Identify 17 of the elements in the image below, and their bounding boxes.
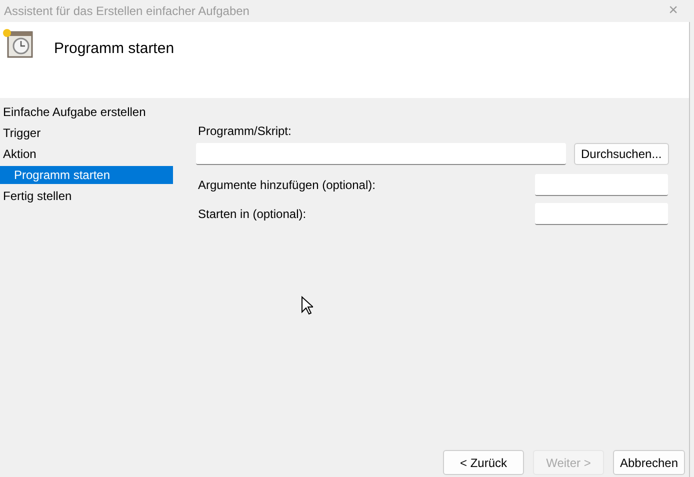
text-field[interactable] [535, 203, 668, 225]
step-item[interactable]: Fertig stellen [0, 187, 173, 205]
wizard-button[interactable]: < Zurück [443, 450, 524, 475]
wizard-button[interactable]: Abbrechen [613, 450, 685, 475]
browse-button[interactable]: Durchsuchen... [574, 143, 669, 165]
step-item[interactable]: Einfache Aufgabe erstellen [0, 103, 173, 121]
page-title: Programm starten [54, 39, 174, 59]
step-item[interactable]: Aktion [0, 145, 173, 163]
step-item[interactable]: Programm starten [0, 166, 173, 184]
mouse-cursor-icon [301, 296, 313, 315]
field-label: Programm/Skript: [198, 123, 292, 138]
text-field[interactable] [535, 174, 668, 196]
window-title: Assistent für das Erstellen einfacher Aufgaben [4, 3, 250, 20]
field-label: Argumente hinzufügen (optional): [198, 177, 376, 194]
step-item[interactable]: Trigger [0, 124, 173, 142]
field-label: Starten in (optional): [198, 206, 306, 223]
text-field[interactable] [196, 143, 566, 165]
